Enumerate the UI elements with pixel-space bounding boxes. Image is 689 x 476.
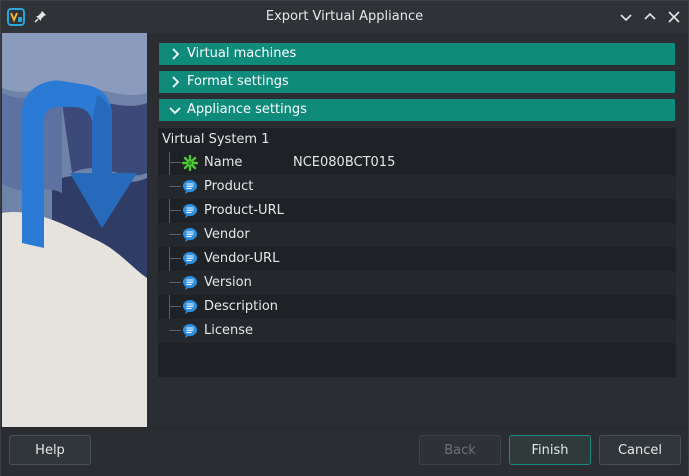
tree-row-license[interactable]: License — [158, 319, 676, 343]
row-label: Product — [204, 179, 254, 194]
section-label: Appliance settings — [187, 102, 307, 117]
description-icon — [183, 252, 197, 266]
row-label: Product-URL — [204, 203, 284, 218]
tree-row-product[interactable]: Product — [158, 175, 676, 199]
description-icon — [183, 228, 197, 242]
tree-row-version[interactable]: Version — [158, 271, 676, 295]
title-bar[interactable]: Export Virtual Appliance — [1, 1, 688, 34]
row-label: Vendor-URL — [204, 251, 280, 266]
row-label: Vendor — [204, 227, 250, 242]
row-label: Description — [204, 299, 279, 314]
section-virtual-machines[interactable]: Virtual machines — [159, 43, 675, 65]
row-value[interactable]: NCE080BCT015 — [293, 155, 395, 170]
wizard-banner-image — [2, 33, 147, 427]
tree-row-product-url[interactable]: Product-URL — [158, 199, 676, 223]
row-label: Name — [204, 155, 243, 170]
appliance-settings-tree[interactable]: Virtual System 1 Name NCE080BCT015 Produ… — [158, 128, 676, 377]
chevron-up-icon[interactable] — [642, 9, 658, 25]
chevron-down-icon — [169, 107, 181, 115]
row-label: License — [204, 323, 254, 338]
tree-row-vendor-url[interactable]: Vendor-URL — [158, 247, 676, 271]
export-appliance-dialog: Export Virtual Appliance Virtual machine… — [0, 0, 689, 476]
cancel-button[interactable]: Cancel — [599, 435, 681, 465]
wizard-content: Virtual machines Format settings Applian… — [147, 33, 688, 427]
window-title: Export Virtual Appliance — [265, 9, 424, 24]
back-button[interactable]: Back — [419, 435, 501, 465]
tree-row-description[interactable]: Description — [158, 295, 676, 319]
close-icon[interactable] — [666, 9, 682, 25]
description-icon — [183, 180, 197, 194]
dialog-button-bar: Help Back Finish Cancel — [1, 427, 688, 476]
finish-button[interactable]: Finish — [509, 435, 591, 465]
description-icon — [183, 204, 197, 218]
description-icon — [183, 300, 197, 314]
help-button[interactable]: Help — [9, 435, 91, 465]
chevron-down-icon[interactable] — [618, 9, 634, 25]
chevron-right-icon — [172, 48, 180, 60]
section-format-settings[interactable]: Format settings — [159, 71, 675, 93]
section-label: Format settings — [187, 74, 289, 89]
row-label: Version — [204, 275, 252, 290]
chevron-right-icon — [172, 76, 180, 88]
description-icon — [183, 276, 197, 290]
section-label: Virtual machines — [187, 46, 297, 61]
tree-row-vendor[interactable]: Vendor — [158, 223, 676, 247]
virtual-system-label[interactable]: Virtual System 1 — [162, 132, 270, 147]
section-appliance-settings[interactable]: Appliance settings — [159, 99, 675, 121]
tree-row-name[interactable]: Name NCE080BCT015 — [158, 151, 676, 175]
description-icon — [183, 324, 197, 338]
name-icon — [182, 155, 198, 171]
